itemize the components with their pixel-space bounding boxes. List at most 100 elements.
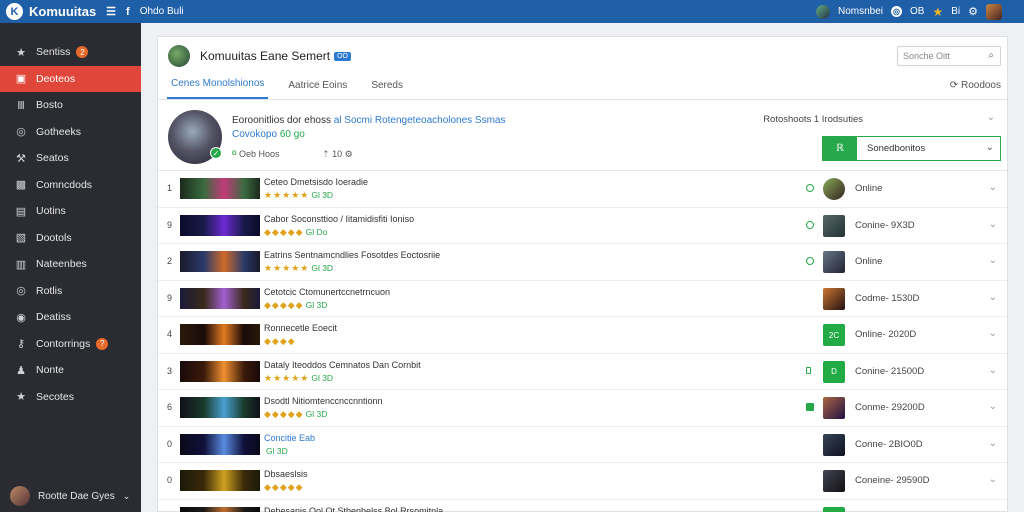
featured-meta-label: Oeb Hoos (239, 149, 280, 159)
image-icon: ▩ (15, 179, 27, 192)
sidebar-item[interactable]: ▤ Uotins (0, 198, 141, 225)
list-item[interactable]: 0Debesanis Ool Ot Stbenbelss Bol Rrsomit… (158, 500, 1007, 512)
sidebar-item[interactable]: ▩ Comncdods (0, 172, 141, 199)
sidebar-user[interactable]: Rootte Dae Gyes ⌄ (10, 486, 130, 506)
avatar[interactable] (823, 397, 845, 419)
avatar[interactable] (823, 506, 845, 512)
row-title[interactable]: Cetotcic Ctomunertccnetrncuon (264, 287, 390, 297)
item-list: 1 Ceteo Dmetsisdo Ioeradie ★★★★★ Gl 3D Onlin… (158, 171, 1007, 512)
row-title[interactable]: Cabor Soconsttioo / Iitamidisfiti Ioniso (264, 214, 414, 224)
chevron-down-icon[interactable]: ⌄ (989, 292, 997, 303)
row-thumbnail[interactable] (180, 433, 260, 455)
row-rating: ★★★★★ Gl 3D (264, 190, 333, 201)
sidebar-item-label: Sentiss (36, 46, 71, 59)
row-title[interactable]: Dbsaeslsis (264, 469, 308, 479)
featured-item: ✓ Eoroonitlios dor ehoss al Socmi Roteng… (158, 100, 1007, 171)
avatar[interactable] (815, 4, 830, 19)
chevron-down-icon[interactable]: ⌄ (989, 182, 997, 193)
app-logo[interactable]: K Komuuitas (6, 3, 96, 20)
list-item[interactable]: 9 Cabor Soconsttioo / Iitamidisfiti Ionis… (158, 208, 1007, 244)
list-item[interactable]: 4 Ronnecetle Eoecit ◆◆◆◆ 2C Online- 2020D ⌄ (158, 317, 1007, 354)
refresh-button[interactable]: ⟳ Roodoos (950, 80, 1001, 91)
row-thumbnail[interactable] (180, 470, 260, 491)
chevron-down-icon[interactable]: ⌄ (989, 438, 997, 449)
tab-series[interactable]: Sereds (367, 80, 407, 99)
chevron-down-icon[interactable]: ⌄ (989, 401, 997, 412)
list-item[interactable]: 3 Dataly Iteoddos Cemnatos Dan Cornbit ★★★… (158, 354, 1007, 390)
sidebar-item[interactable]: ▣ Deoteos (0, 65, 141, 92)
tab-discussions[interactable]: Cenes Monolshionos (167, 78, 269, 99)
featured-title-link[interactable]: al Socmi Rotengeteoacholones Ssmas (334, 115, 506, 126)
settings-icon[interactable]: ⚙ (968, 5, 978, 18)
row-thumbnail[interactable] (180, 324, 260, 345)
list-item[interactable]: 6 Dsodtl Nitiomtenccnccnntionn ◆◆◆◆◆ Gl 3D C… (158, 390, 1007, 427)
list-item[interactable]: 9 Cetotcic Ctomunertccnetrncuon ◆◆◆◆◆ Gl 3D… (158, 281, 1007, 317)
row-title[interactable]: Ceteo Dmetsisdo Ioeradie (264, 177, 368, 187)
sidebar-item[interactable]: Ⅲ Bosto (0, 92, 141, 119)
chevron-down-icon[interactable]: ⌄ (987, 112, 995, 123)
star-icon[interactable]: ★ (932, 5, 943, 19)
search-icon[interactable]: ⌕ (988, 50, 994, 61)
featured-action-select[interactable]: ℝ Sonedbonitos ⌄ (822, 136, 1001, 161)
avatar[interactable] (823, 287, 845, 310)
sidebar-item[interactable]: ♟ Nonte (0, 357, 141, 384)
status-indicator (806, 403, 814, 411)
avatar[interactable] (823, 433, 845, 456)
top-user-name[interactable]: Nomsnbei (838, 6, 883, 17)
sidebar-item[interactable]: ⚷ Contorrings? (0, 331, 141, 358)
list-item[interactable]: 2 Eatrins Sentnamcndlies Fosotdes Eoctosr… (158, 244, 1007, 281)
chevron-down-icon[interactable]: ⌄ (989, 219, 997, 230)
avatar[interactable]: 2C (823, 324, 845, 346)
row-thumbnail[interactable] (180, 397, 260, 418)
row-thumbnail[interactable] (180, 214, 260, 236)
row-rank: 9 (167, 292, 173, 303)
row-thumbnail[interactable] (180, 360, 260, 382)
sidebar-item[interactable]: ▥ Nateenbes (0, 251, 141, 278)
row-thumbnail[interactable] (180, 251, 260, 272)
row-rank: 1 (167, 183, 173, 193)
row-thumbnail[interactable] (180, 178, 260, 199)
camera-icon: ◉ (16, 311, 26, 324)
profile-avatar[interactable] (986, 3, 1002, 20)
row-title[interactable]: Ronnecetle Eoecit (264, 323, 337, 333)
list-item[interactable]: 0 Concitie Eab Gl 3D Conne- 2BIO0D ⌄ (158, 427, 1007, 463)
row-status: Coneine- 29590D (855, 475, 930, 486)
avatar[interactable]: D (823, 360, 845, 383)
rating-stars: ◆◆◆◆ (264, 336, 296, 346)
facebook-icon[interactable]: f (126, 6, 130, 18)
settings-icon[interactable]: ⚙ (345, 149, 353, 159)
avatar[interactable] (823, 178, 845, 200)
list-item[interactable]: 0 Dbsaeslsis ◆◆◆◆◆ Coneine- 29590D ⌄ (158, 463, 1007, 500)
sidebar-item[interactable]: ⚒ Seatos (0, 145, 141, 172)
row-title[interactable]: Dsodtl Nitiomtenccnccnntionn (264, 396, 383, 406)
avatar[interactable] (823, 214, 845, 237)
notification-icon[interactable]: ◎ (891, 6, 902, 17)
row-title[interactable]: Eatrins Sentnamcndlies Fosotdes Eoctosri… (264, 250, 440, 260)
chevron-down-icon[interactable]: ⌄ (989, 474, 997, 485)
sidebar-item[interactable]: ◎ Rotlis (0, 278, 141, 305)
featured-title[interactable]: Eoroonitlios dor ehoss al Socmi Rotenget… (232, 115, 506, 126)
sidebar-item[interactable]: ▧ Dootols (0, 225, 141, 252)
chevron-down-icon[interactable]: ⌄ (989, 365, 997, 376)
row-thumbnail[interactable] (180, 287, 260, 309)
chevron-down-icon[interactable]: ⌄ (989, 328, 997, 339)
tab-events[interactable]: Aatrice Eoins (284, 80, 351, 99)
row-thumbnail[interactable] (180, 506, 260, 512)
sidebar-item[interactable]: ★ Secotes (0, 384, 141, 411)
menu-icon[interactable]: ☰ (106, 5, 116, 18)
rating-stars: ★★★★★ (264, 263, 310, 273)
avatar[interactable] (823, 251, 845, 273)
sidebar-item[interactable]: ◉ Deatiss (0, 304, 141, 331)
row-title[interactable]: Concitie Eab (264, 433, 315, 443)
row-rank: 9 (167, 219, 173, 230)
sidebar-item[interactable]: ★ Sentiss 2 (0, 39, 141, 66)
chevron-down-icon[interactable]: ⌄ (989, 255, 997, 266)
row-title[interactable]: Debesanis Ool Ot Stbenbelss Bol Rrsomitn… (264, 506, 443, 512)
list-item[interactable]: 1 Ceteo Dmetsisdo Ioeradie ★★★★★ Gl 3D Onlin… (158, 171, 1007, 208)
sidebar-item[interactable]: ◎ Gotheeks (0, 119, 141, 146)
top-link[interactable]: Ohdo Buli (140, 6, 184, 17)
row-rank: 6 (167, 402, 173, 412)
avatar[interactable] (823, 470, 845, 492)
row-title[interactable]: Dataly Iteoddos Cemnatos Dan Cornbit (264, 360, 421, 370)
search-input[interactable]: Sonche Oitt ⌕ (897, 46, 1001, 66)
